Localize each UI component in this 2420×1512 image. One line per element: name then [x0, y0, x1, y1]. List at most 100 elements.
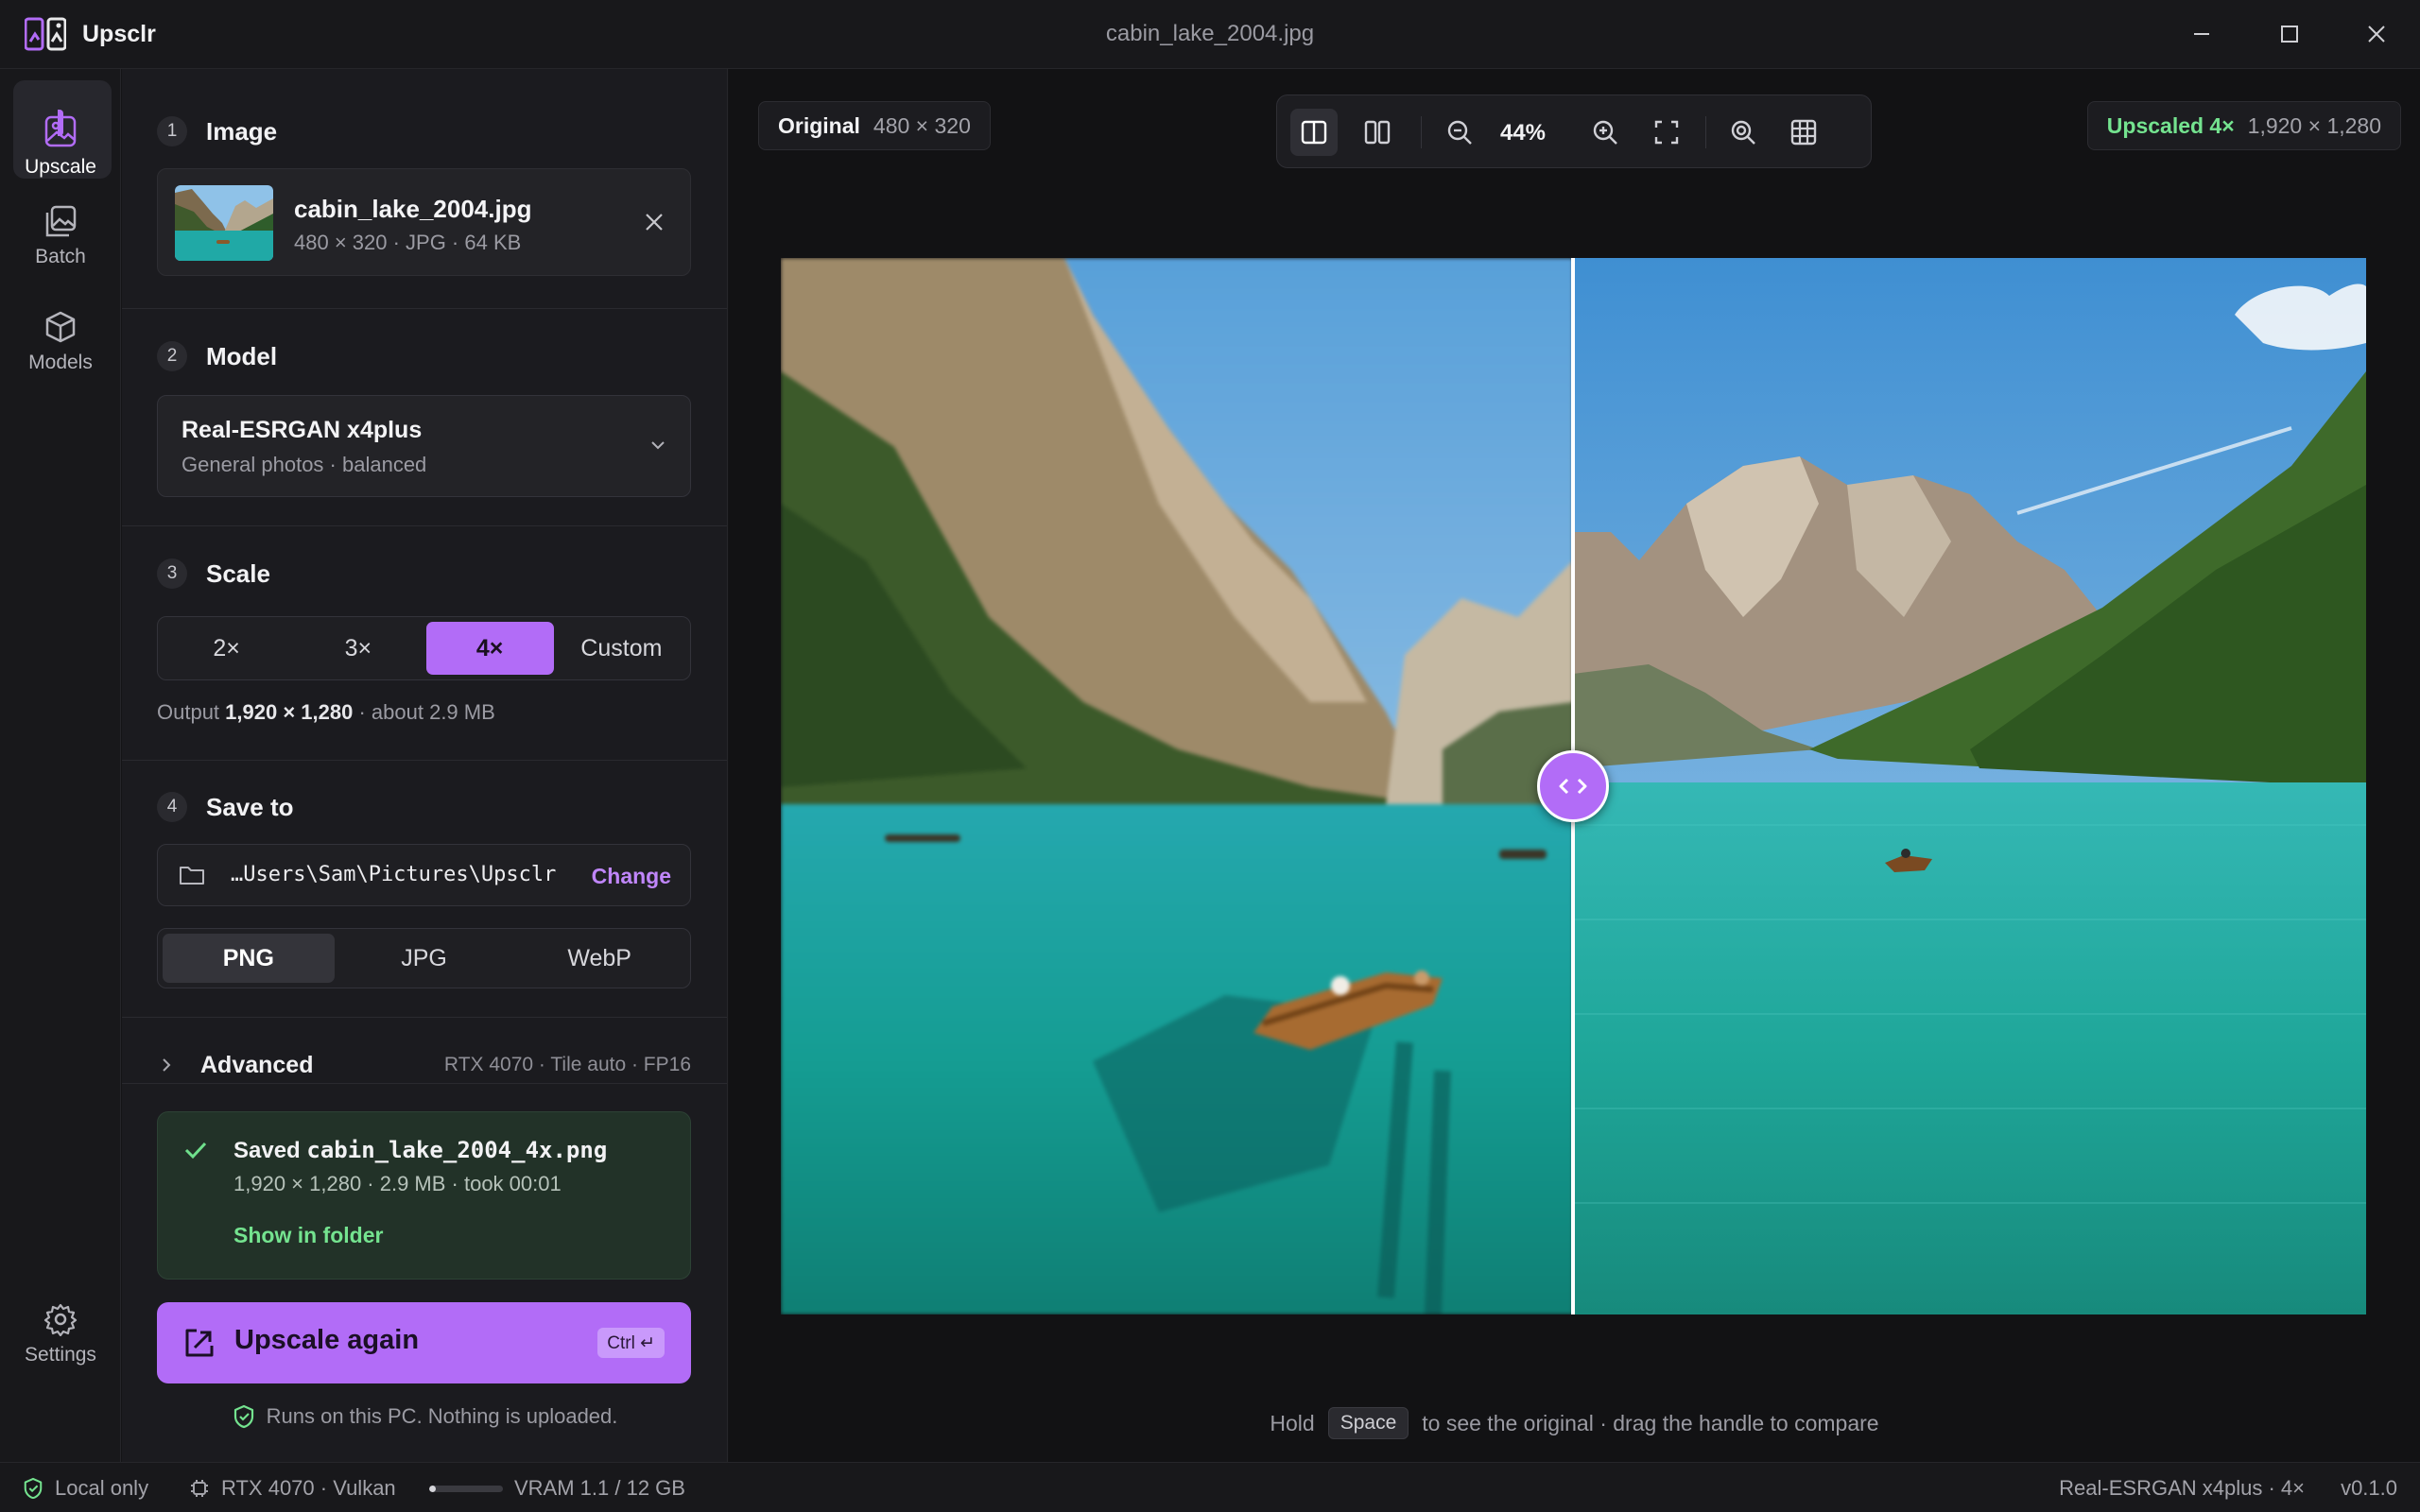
change-path-button[interactable]: Change	[592, 864, 671, 889]
rail-item-models[interactable]: Models	[0, 293, 121, 391]
grid-icon	[1790, 119, 1817, 146]
hint-after: to see the original · drag the handle to…	[1422, 1410, 1879, 1435]
file-thumbnail	[175, 185, 273, 261]
grid-overlay-button[interactable]	[1780, 109, 1827, 156]
rail-item-batch[interactable]: Batch	[0, 187, 121, 285]
original-image	[781, 258, 1573, 1314]
format-selector: PNG JPG WebP	[157, 928, 691, 988]
scale-option-3x[interactable]: 3×	[294, 622, 422, 675]
section-title: Scale	[206, 558, 270, 588]
loupe-button[interactable]	[1720, 109, 1767, 156]
upscaled-label: Upscaled 4×	[2106, 112, 2235, 138]
cube-icon	[43, 310, 78, 344]
selected-file-card[interactable]: cabin_lake_2004.jpg 480 × 320 · JPG · 64…	[157, 168, 691, 276]
section-title: Model	[206, 341, 278, 370]
space-key-chip: Space	[1327, 1407, 1409, 1439]
status-model: Real-ESRGAN x4plus · 4×	[2059, 1476, 2305, 1501]
side-by-side-button[interactable]	[1354, 109, 1401, 156]
section-scale-header: 3 Scale	[157, 558, 270, 589]
scale-selector: 2× 3× 4× Custom	[157, 616, 691, 680]
section-save-header: 4 Save to	[157, 792, 294, 822]
compare-hint: Hold Space to see the original · drag th…	[729, 1407, 2420, 1439]
status-model-label: Real-ESRGAN x4plus · 4×	[2059, 1476, 2305, 1500]
window-title: cabin_lake_2004.jpg	[1105, 21, 1315, 46]
scale-option-2x[interactable]: 2×	[163, 622, 290, 675]
zoom-level: 44%	[1499, 120, 1547, 146]
format-option-webp[interactable]: WebP	[513, 934, 685, 983]
app-name: Upsclr	[82, 21, 156, 47]
close-window-button[interactable]	[2355, 13, 2398, 55]
model-name: Real-ESRGAN x4plus	[182, 417, 423, 443]
step-number: 2	[157, 341, 187, 371]
section-divider	[122, 1017, 727, 1018]
original-label: Original	[778, 112, 860, 138]
external-arrow-icon	[183, 1327, 216, 1359]
output-prefix: Output	[157, 700, 220, 724]
result-filename: cabin_lake_2004_4x.png	[306, 1137, 608, 1163]
rail-item-label: Batch	[35, 246, 86, 267]
split-view-button[interactable]	[1290, 109, 1338, 156]
advanced-toggle[interactable]: Advanced RTX 4070 · Tile auto · FP16	[157, 1048, 691, 1086]
upscaled-image	[1573, 258, 2366, 1314]
compare-handle[interactable]	[1537, 750, 1609, 822]
chevrons-left-right-icon	[1559, 778, 1587, 795]
section-title: Image	[206, 116, 278, 146]
hint-before: Hold	[1270, 1410, 1315, 1435]
toolbar-separator	[1705, 116, 1706, 148]
file-name: cabin_lake_2004.jpg	[294, 195, 532, 223]
upscale-again-button[interactable]: Upscale again Ctrl ↵	[157, 1302, 691, 1383]
chevron-down-icon	[648, 436, 667, 455]
format-option-png[interactable]: PNG	[163, 934, 335, 983]
original-label-chip: Original 480 × 320	[758, 101, 991, 150]
section-divider	[122, 525, 727, 526]
section-title: Save to	[206, 792, 294, 821]
output-summary: Output 1,920 × 1,280 · about 2.9 MB	[157, 700, 495, 725]
rail-item-label: Models	[28, 352, 93, 373]
result-meta: 1,920 × 1,280 · 2.9 MB · took 00:01	[233, 1172, 562, 1195]
vram-usage-fill	[429, 1485, 437, 1492]
advanced-summary: RTX 4070 · Tile auto · FP16	[443, 1054, 691, 1075]
close-icon	[646, 214, 663, 231]
status-gpu: RTX 4070 · Vulkan	[189, 1476, 396, 1501]
zoom-in-button[interactable]	[1582, 109, 1629, 156]
output-dimensions: 1,920 × 1,280	[225, 700, 354, 724]
status-version: v0.1.0	[2341, 1476, 2397, 1501]
comparison-viewer[interactable]	[781, 258, 2366, 1314]
checkmark-icon	[182, 1137, 209, 1163]
result-title: Saved cabin_lake_2004_4x.png	[233, 1137, 607, 1164]
show-in-folder-link[interactable]: Show in folder	[233, 1223, 383, 1248]
fit-screen-button[interactable]	[1643, 109, 1690, 156]
rail-item-settings[interactable]: Settings	[0, 1282, 121, 1386]
save-path-field[interactable]: …Users\Sam\Pictures\Upsclr Change	[157, 844, 691, 906]
scale-option-4x[interactable]: 4×	[425, 622, 554, 675]
section-divider	[122, 760, 727, 761]
zoom-out-button[interactable]	[1436, 109, 1483, 156]
preview-area: Original 480 × 320 44% Upscaled 4× 1,920	[729, 69, 2420, 1462]
fit-screen-icon	[1654, 120, 1679, 145]
view-toolbar: 44%	[1276, 94, 1872, 168]
chip-icon	[189, 1478, 210, 1499]
save-path: …Users\Sam\Pictures\Upsclr	[231, 863, 557, 886]
toolbar-separator	[1421, 116, 1422, 148]
rail-item-upscale[interactable]: Upscale	[0, 80, 121, 179]
shortcut-hint: Ctrl ↵	[597, 1328, 665, 1358]
scale-option-custom[interactable]: Custom	[558, 622, 685, 675]
output-size: · about 2.9 MB	[358, 700, 495, 724]
privacy-note: Runs on this PC. Nothing is uploaded.	[122, 1404, 728, 1429]
nav-rail: Upscale Batch Models Settings	[0, 69, 121, 1462]
format-option-jpg[interactable]: JPG	[338, 934, 510, 983]
zoom-out-icon	[1447, 120, 1472, 145]
minimize-button[interactable]	[2180, 13, 2223, 55]
file-meta: 480 × 320 · JPG · 64 KB	[294, 231, 522, 254]
folder-icon	[179, 864, 205, 886]
model-select[interactable]: Real-ESRGAN x4plus General photos · bala…	[157, 395, 691, 497]
remove-file-button[interactable]	[639, 207, 669, 237]
status-vram-label: VRAM 1.1 / 12 GB	[514, 1476, 685, 1500]
split-view-icon	[1301, 120, 1327, 145]
loupe-icon	[1731, 120, 1755, 145]
side-by-side-icon	[1364, 120, 1391, 145]
status-bar: Local only RTX 4070 · Vulkan VRAM 1.1 / …	[0, 1462, 2420, 1512]
maximize-button[interactable]	[2268, 13, 2311, 55]
model-description: General photos · balanced	[182, 453, 427, 476]
gear-icon	[43, 1302, 78, 1336]
